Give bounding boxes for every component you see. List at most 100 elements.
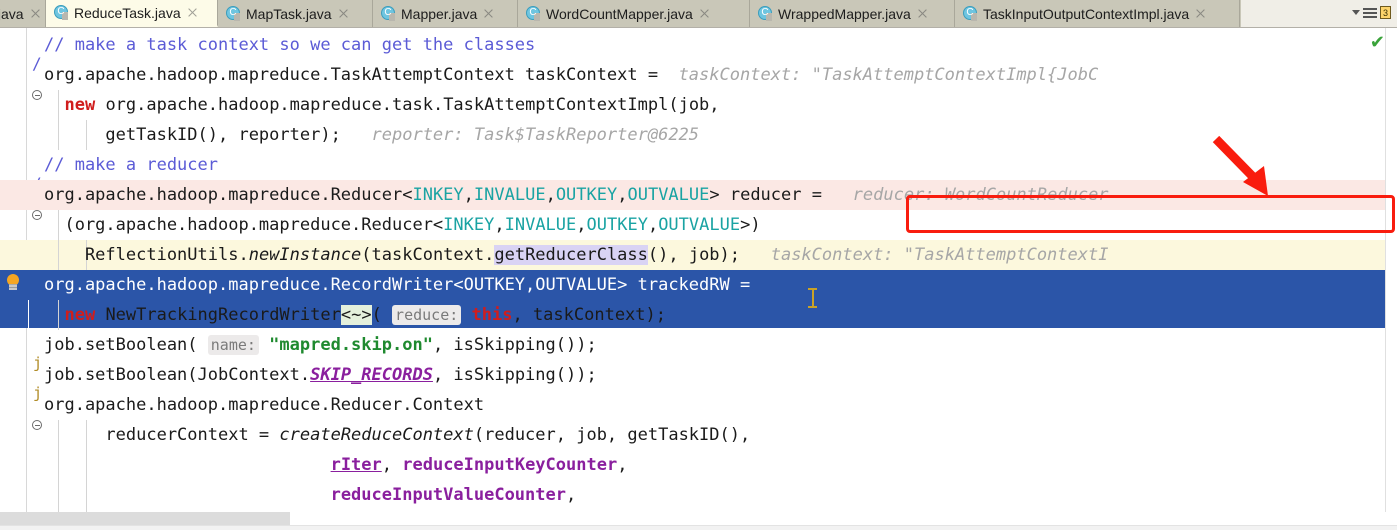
close-icon[interactable]: [699, 8, 710, 19]
code-line-text[interactable]: reduceInputValueCounter,: [44, 480, 577, 510]
code-line[interactable]: // make a reducer: [0, 150, 1397, 180]
tab-bar-controls[interactable]: 3: [1352, 6, 1391, 19]
code-line-text[interactable]: new NewTrackingRecordWriter<~>( reduce: …: [44, 300, 666, 330]
code-line-text[interactable]: org.apache.hadoop.mapreduce.Reducer.Cont…: [44, 390, 484, 420]
close-icon[interactable]: [1195, 8, 1206, 19]
close-icon[interactable]: [30, 8, 41, 19]
code-line[interactable]: // make a task context so we can get the…: [0, 30, 1397, 60]
code-token: name:: [207, 335, 259, 355]
code-line-text[interactable]: job.setBoolean( name: "mapred.skip.on", …: [44, 330, 597, 360]
code-line-text[interactable]: job.setBoolean(JobContext.SKIP_RECORDS, …: [44, 360, 597, 390]
code-token: reducer: WordCountReducer: [842, 185, 1109, 205]
code-token: createReduceContext: [279, 425, 474, 445]
code-token: OUTKEY: [555, 185, 618, 205]
editor-tab-taskinputoutputcontextimpl[interactable]: C TaskInputOutputContextImpl.java: [955, 0, 1240, 27]
code-line[interactable]: (org.apache.hadoop.mapreduce.Reducer<INK…: [0, 210, 1397, 240]
chevron-down-icon[interactable]: [1352, 10, 1360, 15]
code-line-text[interactable]: org.apache.hadoop.mapreduce.TaskAttemptC…: [44, 60, 1098, 90]
code-editor[interactable]: //jj// make a task context so we can get…: [0, 28, 1397, 530]
horizontal-scrollbar-thumb[interactable]: [0, 512, 290, 525]
code-token: // make a task context so we can get the…: [44, 35, 536, 55]
tab-count-badge[interactable]: 3: [1380, 6, 1391, 19]
code-token: INKEY: [412, 185, 464, 205]
close-icon[interactable]: [483, 8, 494, 19]
horizontal-scrollbar[interactable]: [0, 512, 1397, 525]
code-token: ,: [576, 215, 587, 235]
editor-tab-[interactable]: C.java: [0, 0, 46, 27]
inspection-status-icon[interactable]: ✔: [1370, 34, 1385, 52]
code-token: ,: [545, 185, 556, 205]
code-line[interactable]: job.setBoolean( name: "mapred.skip.on", …: [0, 330, 1397, 360]
marker-strip[interactable]: [1385, 28, 1397, 512]
code-line-text[interactable]: // make a reducer: [44, 150, 218, 180]
code-line[interactable]: org.apache.hadoop.mapreduce.TaskAttemptC…: [0, 60, 1397, 90]
code-line-text[interactable]: // make a task context so we can get the…: [44, 30, 535, 60]
code-line-text[interactable]: ReflectionUtils.newInstance(taskContext.…: [44, 240, 1108, 270]
code-token: new: [64, 95, 96, 115]
editor-tab-wrappedmapper[interactable]: C WrappedMapper.java: [750, 0, 955, 27]
code-token: , isSkipping());: [432, 335, 597, 355]
code-line-text[interactable]: org.apache.hadoop.mapreduce.Reducer<INKE…: [44, 180, 1109, 210]
code-line[interactable]: new NewTrackingRecordWriter<~>( reduce: …: [0, 300, 1397, 330]
code-token: ,: [463, 185, 474, 205]
editor-tab-label: WrappedMapper.java: [778, 5, 911, 22]
code-token: org.apache.hadoop.mapreduce.RecordWriter…: [44, 275, 751, 295]
code-line[interactable]: job.setBoolean(JobContext.SKIP_RECORDS, …: [0, 360, 1397, 390]
java-class-icon: C: [226, 6, 241, 21]
code-line-text[interactable]: (org.apache.hadoop.mapreduce.Reducer<INK…: [44, 210, 760, 240]
editor-tab-mapper[interactable]: C Mapper.java: [373, 0, 518, 27]
code-line[interactable]: rIter, reduceInputKeyCounter,: [0, 450, 1397, 480]
code-token: OUTKEY: [586, 215, 648, 235]
code-token: INKEY: [443, 215, 495, 235]
editor-tab-label: WordCountMapper.java: [546, 5, 693, 22]
code-token: reporter: Task$TaskReporter@6225: [361, 125, 700, 145]
java-class-icon: C: [54, 5, 69, 20]
editor-tab-label: MapTask.java: [246, 5, 332, 22]
code-line-text[interactable]: org.apache.hadoop.mapreduce.RecordWriter…: [44, 270, 750, 300]
editor-tab-wordcountmapper[interactable]: C WordCountMapper.java: [518, 0, 750, 27]
code-line[interactable]: org.apache.hadoop.mapreduce.Reducer.Cont…: [0, 390, 1397, 420]
code-token: ,: [647, 215, 659, 235]
code-token: (reducer, job, getTaskID(),: [473, 425, 751, 445]
close-icon[interactable]: [917, 8, 928, 19]
code-line[interactable]: org.apache.hadoop.mapreduce.Reducer<INKE…: [0, 180, 1397, 210]
code-token: ,: [617, 455, 628, 475]
editor-tab-bar[interactable]: C.java C ReduceTask.java C MapTask.java CMapp…: [0, 0, 1397, 28]
code-token: // make a reducer: [44, 155, 218, 175]
code-token: INVALUE: [473, 185, 546, 205]
java-class-icon: C: [381, 6, 396, 21]
code-token: SKIP_RECORDS: [310, 365, 433, 385]
lightbulb-icon[interactable]: [5, 274, 21, 291]
code-token: getReducerClass: [494, 245, 648, 265]
editor-tab-label: ReduceTask.java: [74, 4, 181, 21]
code-token: org.apache.hadoop.mapreduce.TaskAttemptC…: [44, 65, 669, 85]
tab-list-icon[interactable]: [1363, 6, 1377, 19]
code-line[interactable]: reduceInputValueCounter,: [0, 480, 1397, 510]
code-token: getTaskID(), reporter);: [44, 125, 362, 145]
code-token: ,: [617, 185, 628, 205]
code-line[interactable]: ReflectionUtils.newInstance(taskContext.…: [0, 240, 1397, 270]
close-icon[interactable]: [187, 7, 198, 18]
code-token: "mapred.skip.on": [269, 335, 433, 355]
code-token: job.setBoolean(JobContext.: [44, 365, 311, 385]
code-line[interactable]: getTaskID(), reporter); reporter: Task$T…: [0, 120, 1397, 150]
code-line[interactable]: org.apache.hadoop.mapreduce.RecordWriter…: [0, 270, 1397, 300]
java-class-icon: C: [526, 6, 541, 21]
code-line-text[interactable]: rIter, reduceInputKeyCounter,: [44, 450, 628, 480]
code-token: (org.apache.hadoop.mapreduce.Reducer<: [44, 215, 444, 235]
code-line[interactable]: reducerContext = createReduceContext(red…: [0, 420, 1397, 450]
code-token: reduceInputValueCounter: [330, 485, 566, 505]
code-token: rIter: [330, 455, 382, 475]
editor-tab-reducetask[interactable]: C ReduceTask.java: [46, 0, 218, 27]
code-line[interactable]: new org.apache.hadoop.mapreduce.task.Tas…: [0, 90, 1397, 120]
editor-tab-maptask[interactable]: C MapTask.java: [218, 0, 373, 27]
code-token: OUTVALUE: [627, 185, 710, 205]
code-token: ,: [565, 485, 577, 505]
close-icon[interactable]: [338, 8, 349, 19]
code-line-text[interactable]: new org.apache.hadoop.mapreduce.task.Tas…: [44, 90, 719, 120]
code-line-text[interactable]: getTaskID(), reporter); reporter: Task$T…: [44, 120, 699, 150]
code-line-text[interactable]: reducerContext = createReduceContext(red…: [44, 420, 750, 450]
